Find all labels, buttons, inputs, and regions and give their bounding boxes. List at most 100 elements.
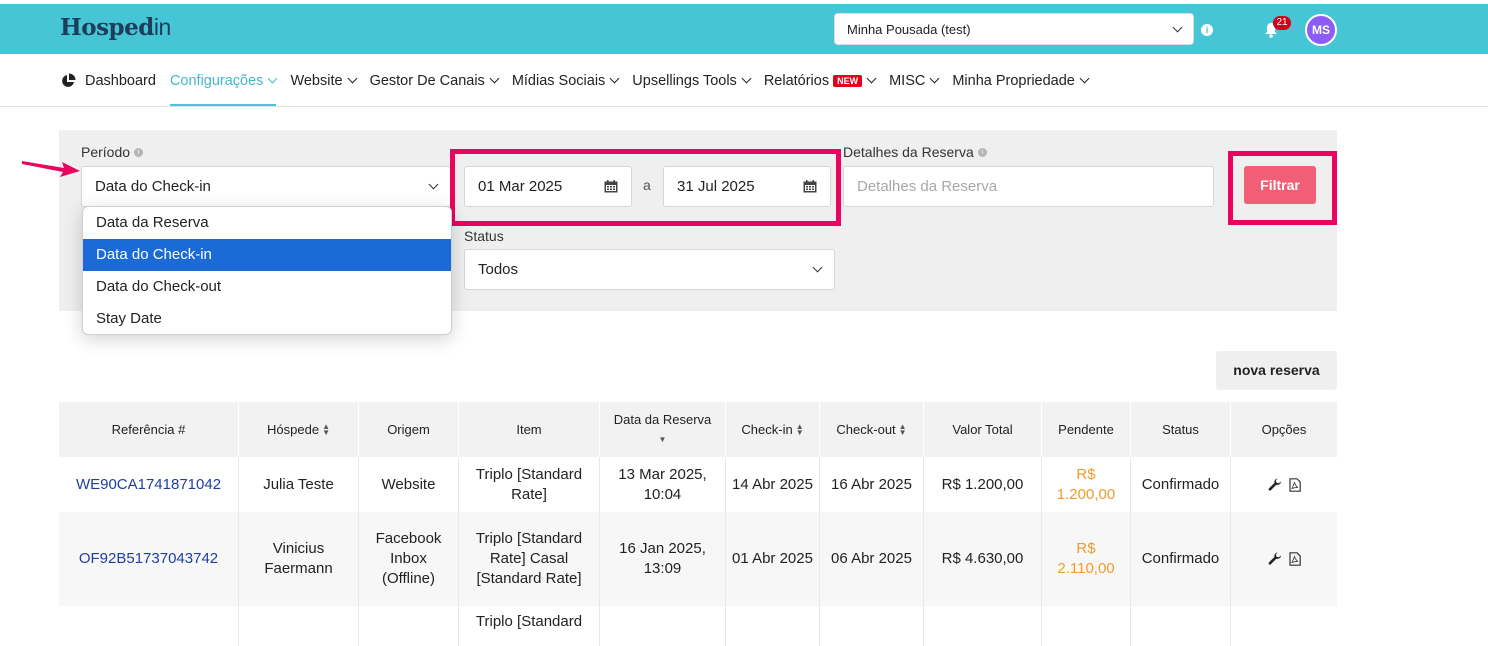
item: Triplo [Standard	[459, 606, 600, 646]
filter-button[interactable]: Filtrar	[1244, 166, 1316, 204]
sort-icon: ▲ ▼	[898, 421, 907, 437]
reservation-ref-link[interactable]: WE90CA1741871042	[59, 457, 239, 512]
nav-gestor-label: Gestor De Canais	[369, 72, 485, 89]
nav-dashboard-label: Dashboard	[85, 72, 156, 89]
nav-configuracoes-label: Configurações	[169, 72, 264, 89]
top-bar: Hospedin Minha Pousada (test) i 21 MS	[0, 0, 1488, 54]
nav-minha-propriedade-label: Minha Propriedade	[952, 72, 1075, 89]
chevron-down-icon	[741, 73, 752, 84]
booking-date-cell	[600, 606, 726, 646]
reservation-ref-cell	[59, 606, 239, 646]
nav-relatorios[interactable]: Relatórios NEW	[763, 54, 877, 107]
nav-minha-propriedade[interactable]: Minha Propriedade	[952, 54, 1090, 107]
status-value: Confirmado	[1131, 512, 1231, 606]
total-cell	[924, 606, 1042, 646]
periodo-dropdown-list: Data da Reserva Data do Check-in Data do…	[82, 206, 452, 335]
chevron-down-icon	[609, 73, 620, 84]
status-label: Status	[464, 228, 504, 244]
detalhes-input[interactable]: Detalhes da Reserva	[843, 166, 1214, 207]
nav-upsellings-label: Upsellings Tools	[632, 72, 737, 89]
chevron-down-icon	[1172, 22, 1183, 32]
total-value: R$ 4.630,00	[924, 512, 1042, 606]
col-pendente: Pendente	[1042, 402, 1131, 457]
pdf-file-icon[interactable]	[1288, 477, 1301, 492]
pie-chart-icon	[62, 73, 76, 87]
pdf-file-icon[interactable]	[1288, 552, 1301, 566]
checkout-date: 06 Abr 2025	[820, 512, 924, 606]
detalhes-label: Detalhes da Reserva i	[843, 144, 987, 160]
table-header: Referência # Hóspede ▲ ▼ Origem Item Data …	[59, 402, 1337, 457]
property-select[interactable]: Minha Pousada (test)	[834, 13, 1194, 45]
col-status: Status	[1131, 402, 1231, 457]
col-hospede[interactable]: Hóspede ▲ ▼	[239, 402, 359, 457]
new-reservation-button[interactable]: nova reserva	[1216, 351, 1337, 390]
checkin-date: 01 Abr 2025	[726, 512, 820, 606]
avatar[interactable]: MS	[1305, 14, 1337, 46]
info-icon[interactable]: i	[134, 147, 144, 157]
wrench-icon[interactable]	[1268, 478, 1282, 492]
pending-value: R$ 1.200,00	[1042, 457, 1131, 512]
status-select[interactable]: Todos	[464, 249, 835, 290]
col-referencia: Referência #	[59, 402, 239, 457]
info-icon[interactable]: i	[1201, 24, 1213, 36]
nav-relatorios-label: Relatórios	[763, 72, 830, 89]
periodo-option[interactable]: Stay Date	[83, 303, 451, 334]
col-checkout[interactable]: Check-out ▲ ▼	[820, 402, 924, 457]
options-cell	[1231, 606, 1337, 646]
chevron-down-icon	[489, 73, 500, 84]
sort-icon: ▲ ▼	[795, 421, 804, 437]
periodo-option[interactable]: Data do Check-out	[83, 271, 451, 303]
wrench-icon[interactable]	[1268, 552, 1282, 566]
options-cell	[1231, 457, 1337, 512]
sort-desc-icon: ▼	[658, 434, 667, 444]
nav-configuracoes[interactable]: Configurações	[169, 54, 278, 107]
origin: Website	[359, 457, 459, 512]
options-cell	[1231, 512, 1337, 606]
sort-icon: ▲ ▼	[322, 421, 330, 437]
col-item: Item	[459, 402, 600, 457]
chevron-down-icon	[267, 73, 278, 84]
reservation-ref-link[interactable]: OF92B51737043742	[59, 512, 239, 606]
periodo-option-selected[interactable]: Data do Check-in	[83, 239, 451, 271]
nav-website[interactable]: Website	[290, 54, 358, 107]
nav-gestor-de-canais[interactable]: Gestor De Canais	[369, 54, 500, 107]
nav-upsellings-tools[interactable]: Upsellings Tools	[632, 54, 752, 107]
hospedin-logo[interactable]: Hospedin	[60, 14, 171, 41]
checkout-cell	[820, 606, 924, 646]
col-origem: Origem	[359, 402, 459, 457]
col-data-reserva[interactable]: Data da Reserva ▼	[600, 402, 726, 457]
periodo-option[interactable]: Data da Reserva	[83, 207, 451, 239]
periodo-select[interactable]: Data do Check-in	[81, 166, 451, 207]
arrow-pointer-icon	[22, 161, 80, 177]
table-row: Triplo [Standard	[59, 606, 1337, 646]
nav-misc-label: MISC	[889, 72, 926, 89]
origin-cell	[359, 606, 459, 646]
item: Triplo [Standard Rate] Casal [Standard R…	[459, 512, 600, 606]
pending-value: R$ 2.110,00	[1042, 512, 1131, 606]
nav-midias-sociais[interactable]: Mídias Sociais	[512, 54, 620, 107]
chevron-down-icon	[929, 73, 940, 84]
nav-dashboard[interactable]: Dashboard	[60, 54, 156, 107]
status-value: Confirmado	[1131, 457, 1231, 512]
origin: Facebook Inbox (Offline)	[359, 512, 459, 606]
nav-misc[interactable]: MISC	[889, 54, 940, 107]
notifications-badge: 21	[1273, 16, 1291, 30]
col-checkin[interactable]: Check-in ▲ ▼	[726, 402, 820, 457]
total-value: R$ 1.200,00	[924, 457, 1042, 512]
property-select-value: Minha Pousada (test)	[847, 21, 971, 37]
guest-name: Julia Teste	[239, 457, 359, 512]
status-select-value: Todos	[478, 261, 519, 278]
booking-date: 16 Jan 2025, 13:09	[600, 512, 726, 606]
col-opcoes: Opções	[1261, 421, 1307, 437]
chevron-down-icon	[812, 262, 823, 273]
info-icon[interactable]: i	[977, 147, 987, 157]
chevron-down-icon	[347, 73, 358, 84]
item: Triplo [Standard Rate]	[459, 457, 600, 512]
pending-cell	[1042, 606, 1131, 646]
periodo-select-value: Data do Check-in	[95, 178, 211, 195]
guest-name: Vinicius Faermann	[239, 512, 359, 606]
nav-website-label: Website	[290, 72, 343, 89]
guest-cell	[239, 606, 359, 646]
checkout-date: 16 Abr 2025	[820, 457, 924, 512]
highlight-date-range	[450, 149, 841, 226]
